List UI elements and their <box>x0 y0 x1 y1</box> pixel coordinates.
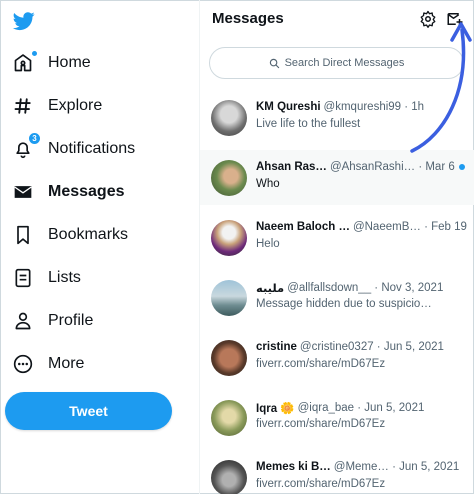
avatar <box>211 460 247 494</box>
sidebar-item-label: Notifications <box>48 140 136 157</box>
conversation-item[interactable]: Memes ki B… @Meme… · Jun 5, 2021 fiverr.c… <box>200 450 474 494</box>
sidebar-item-label: Bookmarks <box>48 226 129 243</box>
conversation-name: cristine <box>256 341 297 353</box>
conversation-item[interactable]: cristine @cristine0327 · Jun 5, 2021 five… <box>200 330 474 385</box>
conversation-item[interactable]: Ahsan Ras… @AhsanRashi… · Mar 6 Who <box>200 150 474 205</box>
twitter-logo-icon[interactable] <box>12 10 36 32</box>
messages-panel: Messages Search Direct Messages KM Qures… <box>200 0 474 494</box>
conversation-preview: Message hidden due to suspicio… <box>256 298 432 310</box>
sidebar-item-label: Lists <box>48 269 81 286</box>
envelope-icon <box>12 181 34 203</box>
sidebar-item-bookmarks[interactable]: Bookmarks <box>12 220 128 250</box>
sidebar-item-label: Messages <box>48 183 125 200</box>
bell-icon: 3 <box>12 132 41 160</box>
conversation-preview: Live life to the fullest <box>256 118 361 130</box>
new-message-icon[interactable] <box>446 10 464 28</box>
search-icon <box>269 58 279 68</box>
sidebar-item-label: Profile <box>48 312 94 329</box>
search-input[interactable]: Search Direct Messages <box>209 47 464 79</box>
sidebar-item-notifications[interactable]: 3 Notifications <box>12 132 136 164</box>
search-placeholder: Search Direct Messages <box>284 57 405 69</box>
conversation-item[interactable]: KM Qureshi @kmqureshi99 · 1h Live life to… <box>200 90 474 145</box>
conversation-meta: @iqra_bae · Jun 5, 2021 <box>297 402 425 414</box>
conversation-name: Ahsan Ras… <box>256 161 327 173</box>
conversation-preview: Who <box>256 178 280 190</box>
conversation-preview: fiverr.com/share/mD67Ez <box>256 358 386 370</box>
sidebar-item-label: More <box>48 355 85 372</box>
home-icon <box>12 50 38 74</box>
sidebar-item-lists[interactable]: Lists <box>12 263 81 293</box>
conversation-item[interactable]: Iqra 🌼 @iqra_bae · Jun 5, 2021 fiverr.com… <box>200 390 474 445</box>
avatar <box>211 160 247 196</box>
conversation-meta: @Meme… · Jun 5, 2021 <box>333 461 460 473</box>
avatar <box>211 400 247 436</box>
sidebar-item-profile[interactable]: Profile <box>12 306 93 336</box>
more-circle-icon <box>12 353 34 375</box>
new-content-dot <box>31 50 38 57</box>
conversation-preview: Helo <box>256 238 280 250</box>
list-icon <box>12 267 34 289</box>
conversation-item[interactable]: مليبه @allfallsdown__ · Nov 3, 2021 Messa… <box>200 270 474 325</box>
conversation-preview: fiverr.com/share/mD67Ez <box>256 418 386 430</box>
sidebar-item-messages[interactable]: Messages <box>12 177 125 207</box>
conversation-name: KM Qureshi <box>256 101 321 113</box>
avatar <box>211 100 247 136</box>
conversation-name: Iqra 🌼 <box>256 403 295 415</box>
notification-badge: 3 <box>28 132 41 145</box>
conversation-meta: @AhsanRashi… · Mar 6 <box>329 161 455 173</box>
sidebar-item-label: Home <box>48 54 91 71</box>
avatar <box>211 280 247 316</box>
bookmark-icon <box>12 224 34 246</box>
conversation-name: مليبه <box>256 283 285 295</box>
conversation-meta: @cristine0327 · Jun 5, 2021 <box>299 341 444 353</box>
page-title: Messages <box>212 10 284 27</box>
sidebar-item-home[interactable]: Home <box>12 48 91 78</box>
avatar <box>211 340 247 376</box>
sidebar-item-more[interactable]: More <box>12 349 84 379</box>
conversation-item[interactable]: Naeem Baloch … @NaeemB… · Feb 19 Helo <box>200 210 474 265</box>
sidebar-item-label: Explore <box>48 97 103 114</box>
unread-indicator <box>458 164 465 170</box>
sidebar: Home Explore 3 Notifications Messages Bo… <box>0 0 200 494</box>
conversation-meta: @kmqureshi99 · 1h <box>323 101 425 113</box>
conversation-meta: @NaeemB… · Feb 19 <box>352 221 467 233</box>
conversation-meta: @allfallsdown__ · Nov 3, 2021 <box>287 282 444 294</box>
conversation-name: Memes ki B… <box>256 461 331 473</box>
conversation-preview: fiverr.com/share/mD67Ez <box>256 478 386 490</box>
avatar <box>211 220 247 256</box>
person-icon <box>12 310 34 332</box>
tweet-button[interactable]: Tweet <box>5 392 172 430</box>
conversation-name: Naeem Baloch … <box>256 221 350 233</box>
hashtag-icon <box>12 95 34 117</box>
gear-icon[interactable] <box>419 10 437 28</box>
sidebar-item-explore[interactable]: Explore <box>12 91 102 121</box>
